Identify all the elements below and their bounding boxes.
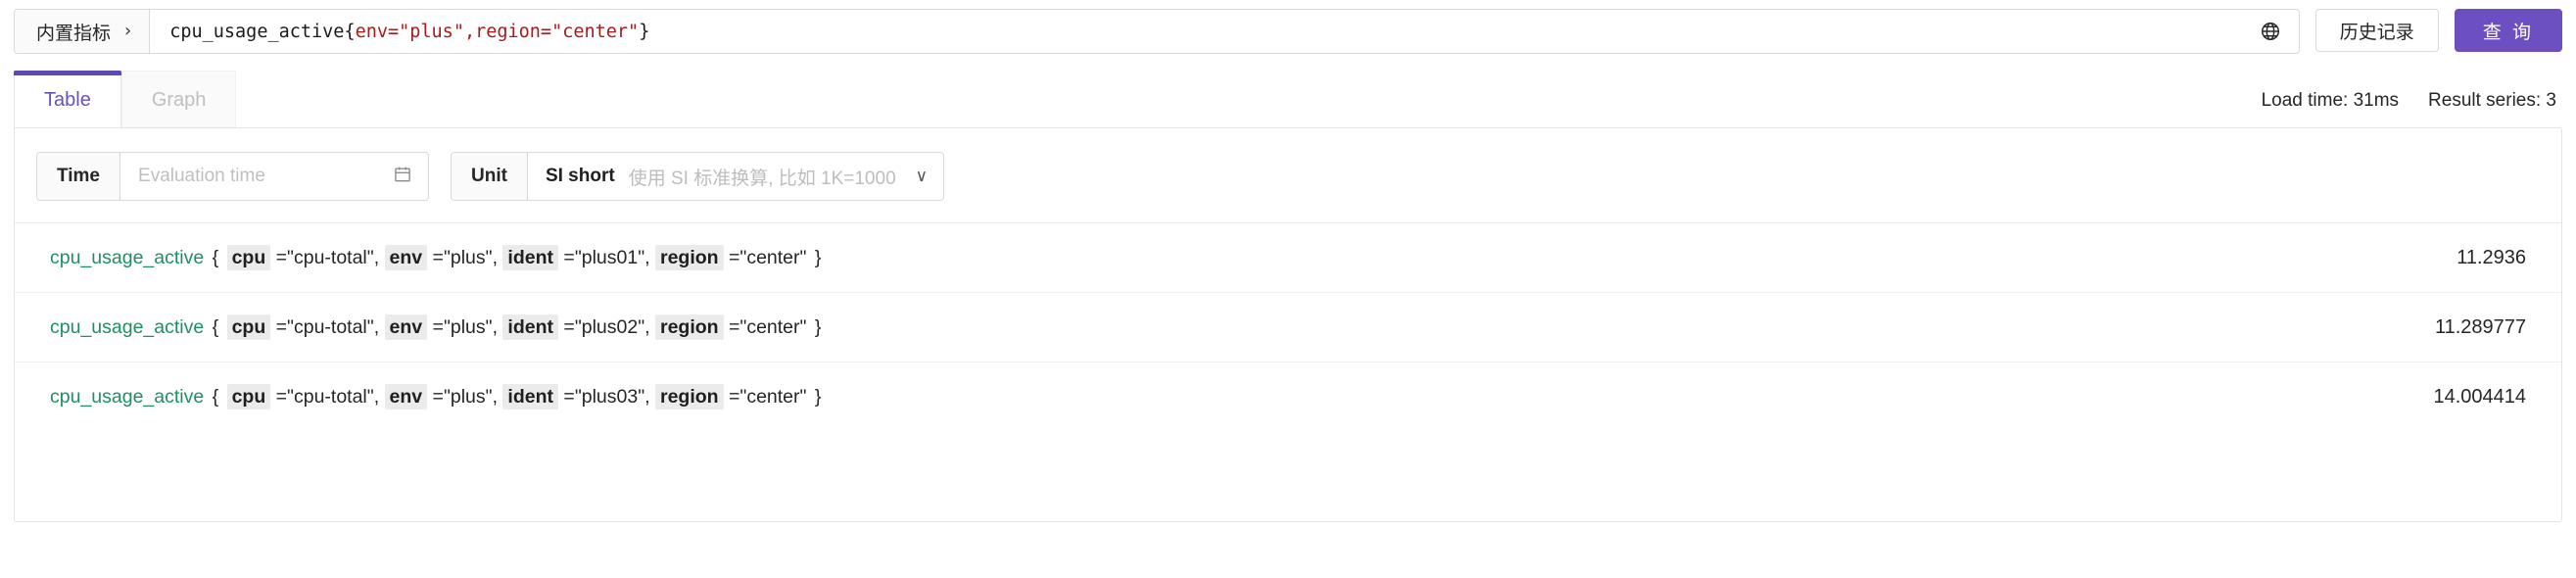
tab-graph[interactable]: Graph [120, 71, 237, 127]
series-label: cpu_usage_active { cpu ="cpu-total", env… [50, 244, 822, 270]
label-key: env [384, 244, 428, 270]
unit-label: Unit [452, 153, 528, 200]
calendar-icon[interactable] [393, 165, 412, 189]
query-expression-open-brace: { [344, 21, 356, 42]
history-button[interactable]: 历史记录 [2314, 9, 2439, 52]
load-time-text: Load time: 31ms [2261, 90, 2400, 111]
label-value: "center" [739, 246, 807, 268]
evaluation-time-placeholder: Evaluation time [138, 166, 265, 186]
label-key: ident [502, 313, 559, 340]
query-expression-input[interactable]: cpu_usage_active{env="plus", region="cen… [150, 10, 2251, 53]
label-value: "plus" [443, 315, 493, 338]
label-value: "plus03" [574, 385, 645, 408]
unit-selected-value: SI short [545, 166, 615, 186]
promql-query-page: 内置指标 › cpu_usage_active{env="plus", regi… [0, 0, 2576, 578]
label-value: "cpu-total" [287, 246, 374, 268]
result-status: Load time: 31ms Result series: 3 [2262, 90, 2562, 127]
series-metric-name: cpu_usage_active [50, 385, 205, 408]
label-key: env [384, 383, 428, 409]
unit-select[interactable]: SI short 使用 SI 标准换算, 比如 1K=1000 ∨ [528, 153, 943, 200]
label-value: "plus" [443, 246, 493, 268]
series-value: 14.004414 [2433, 385, 2526, 408]
unit-control[interactable]: Unit SI short 使用 SI 标准换算, 比如 1K=1000 ∨ [451, 152, 945, 201]
query-matcher-1: region="center" [475, 21, 640, 42]
label-key: cpu [226, 313, 271, 340]
time-label: Time [37, 153, 121, 200]
label-key: ident [502, 244, 559, 270]
result-view-tabs: Table Graph [14, 71, 237, 127]
result-series-text: Result series: 3 [2428, 90, 2556, 111]
label-value: "cpu-total" [287, 315, 374, 338]
unit-description: 使用 SI 标准换算, 比如 1K=1000 [628, 168, 896, 189]
chevron-down-icon[interactable]: ∨ [916, 167, 928, 186]
query-matcher-separator: , [463, 21, 476, 42]
query-expression-metric: cpu_usage_active [169, 21, 345, 42]
globe-icon[interactable] [2252, 10, 2299, 53]
label-key: region [654, 313, 724, 340]
tab-graph-label: Graph [151, 89, 207, 111]
results-table: cpu_usage_active { cpu ="cpu-total", env… [15, 222, 2561, 431]
label-value: "plus01" [574, 246, 645, 268]
results-panel: Time Evaluation time Unit SI short 使用 SI… [14, 127, 2562, 522]
series-metric-name: cpu_usage_active [50, 246, 205, 268]
metric-picker-label: 内置指标 [36, 23, 112, 44]
tab-table-label: Table [44, 89, 91, 111]
label-value: "cpu-total" [287, 385, 374, 408]
query-input-group[interactable]: 内置指标 › cpu_usage_active{env="plus", regi… [14, 9, 2300, 54]
label-value: "center" [739, 315, 807, 338]
series-metric-name: cpu_usage_active [50, 315, 205, 338]
query-button[interactable]: 查 询 [2454, 9, 2562, 52]
query-expression-close-brace: } [639, 21, 650, 42]
evaluation-time-input[interactable]: Evaluation time [120, 153, 428, 200]
chevron-right-icon: › [124, 21, 132, 41]
label-value: "center" [739, 385, 807, 408]
label-value: "plus" [443, 385, 493, 408]
tab-table[interactable]: Table [14, 71, 121, 127]
series-label: cpu_usage_active { cpu ="cpu-total", env… [50, 383, 822, 409]
tabs-row: Table Graph Load time: 31ms Result serie… [0, 61, 2576, 127]
label-key: ident [502, 383, 559, 409]
metric-picker-button[interactable]: 内置指标 › [15, 10, 151, 53]
results-controls: Time Evaluation time Unit SI short 使用 SI… [15, 128, 2561, 222]
query-bar: 内置指标 › cpu_usage_active{env="plus", regi… [0, 0, 2576, 61]
series-value: 11.2936 [2457, 246, 2526, 268]
series-value: 11.289777 [2434, 315, 2526, 338]
series-label: cpu_usage_active { cpu ="cpu-total", env… [50, 313, 822, 340]
label-key: env [384, 313, 428, 340]
label-key: region [654, 383, 724, 409]
table-row[interactable]: cpu_usage_active { cpu ="cpu-total", env… [15, 292, 2561, 361]
label-value: "plus02" [574, 315, 645, 338]
table-row[interactable]: cpu_usage_active { cpu ="cpu-total", env… [15, 361, 2561, 431]
label-key: cpu [226, 383, 271, 409]
query-matcher-0: env="plus" [355, 21, 464, 42]
table-row[interactable]: cpu_usage_active { cpu ="cpu-total", env… [15, 222, 2561, 292]
time-control[interactable]: Time Evaluation time [36, 152, 430, 201]
label-key: cpu [226, 244, 271, 270]
label-key: region [654, 244, 724, 270]
